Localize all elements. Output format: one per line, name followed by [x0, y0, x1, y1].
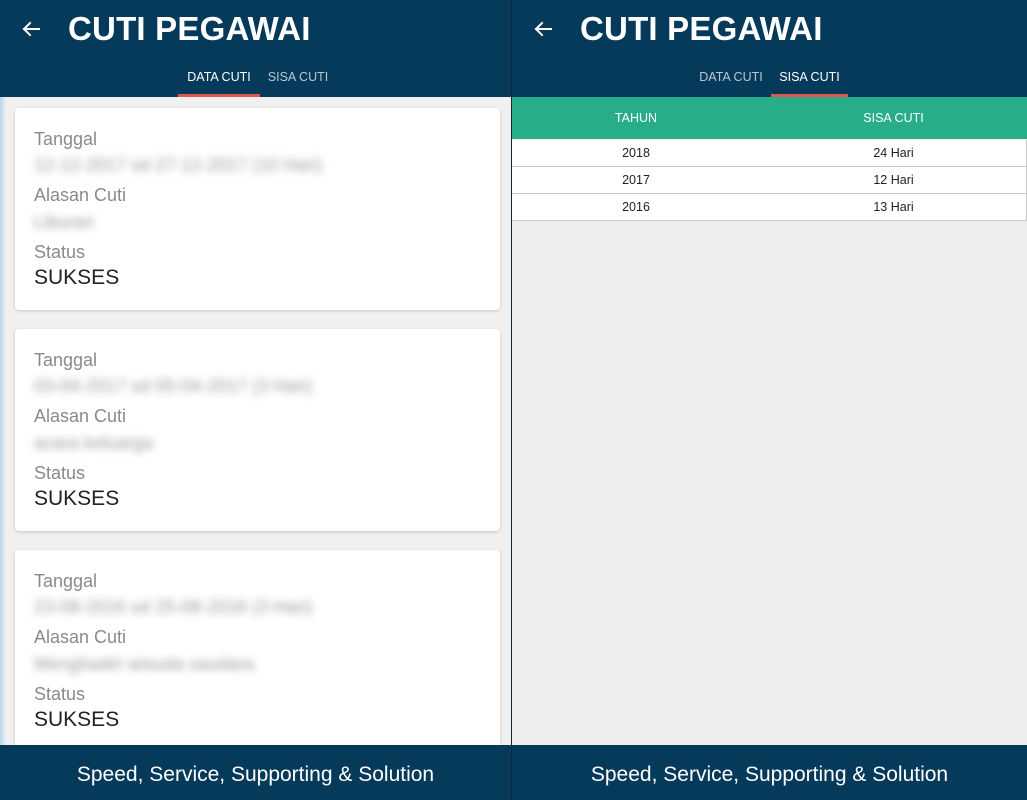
- tanggal-value: 12-12-2017 sd 27-12-2017 (10 Hari): [34, 155, 323, 175]
- alasan-value: Menghadiri wisuda saudara: [34, 654, 255, 674]
- sisa-cell: 13 Hari: [873, 200, 914, 214]
- table-row: 2018 24 Hari: [512, 140, 1027, 167]
- data-cuti-screen: CUTI PEGAWAI DATA CUTI SISA CUTI Tanggal…: [0, 0, 511, 800]
- tab-data-cuti-label: DATA CUTI: [187, 70, 251, 84]
- alasan-label: Alasan Cuti: [34, 406, 127, 426]
- tab-sisa-cuti-label: SISA CUTI: [267, 70, 329, 84]
- table-row: 2017 12 Hari: [512, 167, 1027, 194]
- tab-sisa-cuti-label: SISA CUTI: [779, 70, 840, 84]
- sisa-cell: 12 Hari: [873, 173, 914, 187]
- footer-tagline: Speed, Service, Supporting & Solution: [590, 763, 949, 786]
- tanggal-value: 03-04-2017 sd 05-04-2017 (3 Hari): [34, 376, 313, 396]
- tab-sisa-cuti[interactable]: SISA CUTI: [771, 64, 848, 97]
- tanggal-label: Tanggal: [34, 571, 98, 591]
- header-tahun: TAHUN: [614, 111, 658, 125]
- arrow-left-icon: [534, 21, 552, 37]
- tab-data-cuti[interactable]: DATA CUTI: [178, 64, 260, 97]
- tahun-cell: 2018: [622, 146, 650, 160]
- status-value: SUKSES: [34, 266, 120, 289]
- tahun-cell: 2016: [622, 200, 650, 214]
- header-sisa-cuti: SISA CUTI: [863, 111, 924, 125]
- sisa-cell: 24 Hari: [873, 146, 914, 160]
- footer-tagline: Speed, Service, Supporting & Solution: [76, 763, 435, 786]
- app-bar: CUTI PEGAWAI DATA CUTI SISA CUTI: [0, 0, 511, 97]
- app-bar: CUTI PEGAWAI DATA CUTI SISA CUTI: [512, 0, 1027, 97]
- alasan-value: Liburan: [34, 212, 95, 232]
- tanggal-value: 23-08-2016 sd 25-08-2016 (3 Hari): [34, 597, 313, 617]
- tahun-cell: 2017: [622, 173, 650, 187]
- scroll-edge-glow: [0, 97, 6, 745]
- tab-sisa-cuti[interactable]: SISA CUTI: [262, 64, 334, 97]
- back-button[interactable]: [526, 14, 560, 44]
- arrow-left-icon: [22, 21, 40, 37]
- sisa-cuti-screen: CUTI PEGAWAI DATA CUTI SISA CUTI TAHUN S…: [512, 0, 1027, 800]
- leave-card[interactable]: Tanggal 03-04-2017 sd 05-04-2017 (3 Hari…: [15, 329, 500, 531]
- tanggal-label: Tanggal: [34, 350, 98, 370]
- page-title: CUTI PEGAWAI: [580, 10, 823, 47]
- page-title: CUTI PEGAWAI: [68, 10, 311, 47]
- leave-card[interactable]: Tanggal 12-12-2017 sd 27-12-2017 (10 Har…: [15, 108, 500, 310]
- tanggal-label: Tanggal: [34, 129, 98, 149]
- status-label: Status: [34, 684, 86, 704]
- footer-banner: Speed, Service, Supporting & Solution: [512, 745, 1027, 800]
- alasan-label: Alasan Cuti: [34, 627, 127, 647]
- leave-card[interactable]: Tanggal 23-08-2016 sd 25-08-2016 (3 Hari…: [15, 550, 500, 752]
- status-label: Status: [34, 463, 86, 483]
- table-header: TAHUN SISA CUTI: [512, 97, 1027, 139]
- tab-data-cuti-label: DATA CUTI: [699, 70, 763, 84]
- status-value: SUKSES: [34, 487, 120, 510]
- alasan-label: Alasan Cuti: [34, 185, 127, 205]
- table-row: 2016 13 Hari: [512, 194, 1027, 221]
- back-button[interactable]: [14, 14, 48, 44]
- status-label: Status: [34, 242, 86, 262]
- footer-banner: Speed, Service, Supporting & Solution: [0, 745, 511, 800]
- status-value: SUKSES: [34, 708, 120, 731]
- tab-data-cuti[interactable]: DATA CUTI: [690, 64, 772, 97]
- alasan-value: acara keluarga: [34, 433, 154, 453]
- tab-indicator: [178, 94, 260, 97]
